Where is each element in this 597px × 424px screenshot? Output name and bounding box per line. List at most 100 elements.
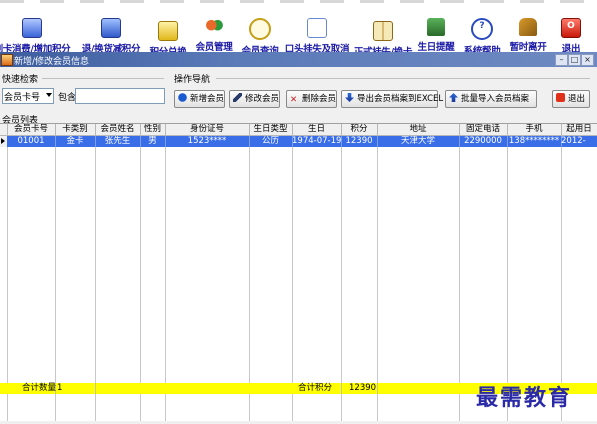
arrow-up-icon	[449, 93, 458, 102]
card-icon	[22, 18, 42, 38]
column-header[interactable]: 生日类型	[249, 124, 293, 136]
toolbar-return-exchange-button[interactable]: 退/换货减积分	[78, 18, 144, 55]
toolbar-points-redeem-button[interactable]: 积分兑换	[146, 18, 190, 58]
member-edit-window: 新增/修改会员信息 – □ × 快速检索 会员卡号 包含 操作导航 新增会员 修…	[0, 52, 597, 424]
toolbar-leave-label: 暂时离开	[509, 42, 547, 53]
cell-card-type: 金卡	[55, 136, 96, 147]
cell-member-name: 张先生	[95, 136, 141, 147]
maximize-button[interactable]: □	[568, 54, 581, 66]
grid-line	[249, 124, 250, 421]
column-header[interactable]: 性别	[140, 124, 166, 136]
delete-member-button[interactable]: ✕ 删除会员	[286, 90, 337, 108]
table-row[interactable]: 01001 金卡 张先生 男 1523**** 公历 1974-07-19 12…	[7, 136, 597, 147]
total-count-value: 1	[57, 383, 96, 394]
column-header[interactable]: 会员姓名	[95, 124, 141, 136]
cell-birthday-type: 公历	[249, 136, 293, 147]
main-toolbar: 刷卡消费/增加积分 退/换货减积分 积分兑换 会员管理 会员查询 口头挂失及取消…	[0, 0, 597, 58]
toolbar-member-query-button[interactable]: 会员查询	[238, 18, 282, 57]
plus-icon	[178, 93, 187, 102]
search-field-select[interactable]: 会员卡号	[2, 88, 54, 104]
grid-line	[292, 124, 293, 421]
quick-search-title: 快速检索	[2, 75, 39, 85]
column-header[interactable]: 地址	[377, 124, 460, 136]
add-member-label: 新增会员	[190, 94, 225, 104]
column-header[interactable]: 手机	[507, 124, 562, 136]
search-field-value: 会员卡号	[4, 93, 41, 103]
cell-id-number: 1523****	[165, 136, 250, 147]
grid-line	[377, 124, 378, 421]
batch-import-button[interactable]: 批量导入会员档案	[445, 90, 537, 108]
member-table: 会员卡号 卡类别 会员姓名 性别 身份证号 生日类型 生日 积分 地址 固定电话…	[0, 123, 597, 421]
magnifier-icon	[249, 18, 271, 40]
column-header[interactable]: 生日	[292, 124, 342, 136]
cell-start-date: 2012-	[561, 136, 597, 147]
bottle-icon	[427, 18, 445, 36]
cell-phone: 2290000	[459, 136, 508, 147]
grid-line	[165, 124, 166, 421]
column-header[interactable]: 积分	[341, 124, 378, 136]
current-row-indicator	[0, 136, 7, 147]
document-icon	[307, 18, 327, 38]
action-nav-group: 操作导航 新增会员 修改会员 ✕ 删除会员 导出会员档案到EXCEL 批量导入会员…	[172, 69, 594, 119]
toolbar-formal-loss-button[interactable]: 正式挂失/换卡	[352, 18, 414, 58]
grid-line	[507, 124, 508, 421]
grid-line	[7, 124, 8, 421]
edit-member-button[interactable]: 修改会员	[229, 90, 280, 108]
folder-icon	[158, 21, 178, 41]
book-icon	[373, 21, 393, 41]
toolbar-birthday-reminder-button[interactable]: 生日提醒	[414, 18, 458, 53]
group-divider	[42, 78, 164, 79]
watermark-text: 最需教育	[476, 385, 573, 411]
edit-member-label: 修改会员	[245, 94, 280, 104]
toolbar-leave-button[interactable]: 暂时离开	[506, 18, 550, 53]
cell-address: 天津大学	[377, 136, 460, 147]
delete-member-label: 删除会员	[302, 94, 337, 104]
toolbar-verbal-loss-button[interactable]: 口头挂失及取消	[284, 18, 350, 55]
column-header[interactable]: 起用日	[561, 124, 597, 136]
toolbar-birthday-reminder-label: 生日提醒	[417, 42, 455, 53]
toolbar-member-manage-label: 会员管理	[195, 42, 233, 53]
export-excel-label: 导出会员档案到EXCEL	[357, 94, 444, 104]
column-header[interactable]: 固定电话	[459, 124, 508, 136]
window-title: 新增/修改会员信息	[14, 57, 90, 67]
close-window-button[interactable]: ×	[581, 54, 594, 66]
grid-line	[140, 124, 141, 421]
total-points-value: 12390	[349, 383, 378, 394]
grid-line	[561, 124, 562, 421]
toolbar-exit-button[interactable]: O 退出	[556, 18, 586, 55]
cell-mobile: 138********	[507, 136, 562, 147]
search-input[interactable]	[75, 88, 165, 104]
people-icon	[205, 18, 223, 36]
toolbar-member-manage-button[interactable]: 会员管理	[192, 18, 236, 53]
toolbar-swipe-consume-button[interactable]: 刷卡消费/增加积分	[0, 18, 72, 55]
window-app-icon	[1, 54, 13, 66]
help-icon: ?	[471, 18, 493, 40]
grid-line	[55, 124, 56, 421]
batch-import-label: 批量导入会员档案	[461, 94, 530, 104]
add-member-button[interactable]: 新增会员	[174, 90, 225, 108]
cell-card-no: 01001	[7, 136, 56, 147]
delete-x-icon: ✕	[290, 95, 298, 105]
column-header[interactable]: 会员卡号	[7, 124, 56, 136]
total-count-label: 合计数量	[22, 383, 57, 394]
exit-label: 退出	[568, 94, 586, 104]
total-points-label: 合计积分	[298, 383, 342, 394]
window-titlebar: 新增/修改会员信息 – □ ×	[0, 52, 597, 67]
export-excel-button[interactable]: 导出会员档案到EXCEL	[341, 90, 443, 108]
exit-icon	[556, 93, 565, 102]
pencil-icon	[233, 93, 242, 102]
column-header[interactable]: 卡类别	[55, 124, 96, 136]
keys-icon	[519, 18, 537, 36]
grid-line	[459, 124, 460, 421]
toolbar-system-help-button[interactable]: ? 系统帮助	[460, 18, 504, 57]
action-nav-title: 操作导航	[174, 75, 211, 85]
minimize-button[interactable]: –	[555, 54, 568, 66]
grid-line	[341, 124, 342, 421]
cell-birthday: 1974-07-19	[292, 136, 342, 147]
contains-label: 包含	[58, 93, 77, 103]
exit-button[interactable]: 退出	[552, 90, 590, 108]
cell-points: 12390	[341, 136, 378, 147]
menu-strip	[0, 0, 597, 3]
column-header[interactable]: 身份证号	[165, 124, 250, 136]
exchange-icon	[101, 18, 121, 38]
